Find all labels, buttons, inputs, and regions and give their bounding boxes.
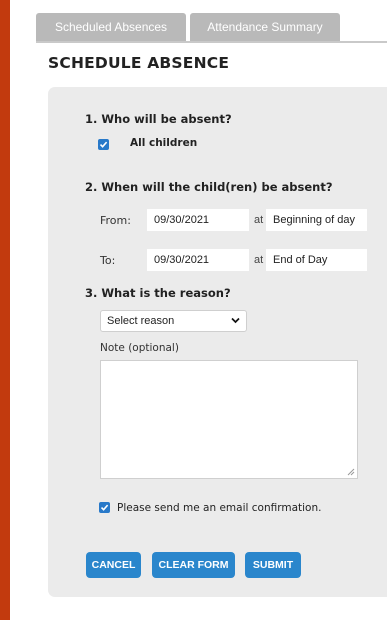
question-who-heading: 1. Who will be absent?	[85, 112, 232, 126]
form-panel	[48, 87, 387, 597]
note-textarea[interactable]	[100, 360, 358, 479]
submit-button[interactable]: SUBMIT	[245, 552, 301, 578]
question-when-heading: 2. When will the child(ren) be absent?	[85, 180, 333, 194]
cancel-button[interactable]: CANCEL	[86, 552, 141, 578]
all-children-checkbox[interactable]	[98, 139, 109, 150]
to-date-field[interactable]: 09/30/2021	[147, 249, 249, 271]
checkmark-icon	[99, 141, 108, 148]
email-confirmation-checkbox[interactable]	[99, 502, 110, 513]
reason-select-value: Select reason	[107, 315, 175, 327]
note-label: Note (optional)	[100, 342, 179, 354]
from-date-field[interactable]: 09/30/2021	[147, 209, 249, 231]
tab-divider	[36, 41, 387, 43]
checkmark-icon	[100, 504, 109, 511]
tab-attendance-summary[interactable]: Attendance Summary	[190, 13, 340, 41]
from-time-field[interactable]: Beginning of day	[266, 209, 367, 231]
from-at-label: at	[254, 214, 264, 226]
reason-select[interactable]: Select reason	[100, 310, 247, 332]
question-reason-heading: 3. What is the reason?	[85, 286, 231, 300]
page-title: SCHEDULE ABSENCE	[48, 54, 230, 72]
to-time-field[interactable]: End of Day	[266, 249, 367, 271]
page: Scheduled Absences Attendance Summary SC…	[10, 0, 387, 620]
from-label: From:	[100, 214, 131, 227]
all-children-label: All children	[130, 137, 198, 149]
to-at-label: at	[254, 254, 264, 266]
email-confirmation-label: Please send me an email confirmation.	[117, 502, 322, 514]
clear-form-button[interactable]: CLEAR FORM	[152, 552, 235, 578]
resize-handle-icon[interactable]	[347, 468, 355, 476]
tab-scheduled-absences[interactable]: Scheduled Absences	[36, 13, 186, 41]
to-label: To:	[100, 254, 116, 267]
chevron-down-icon	[231, 317, 240, 324]
